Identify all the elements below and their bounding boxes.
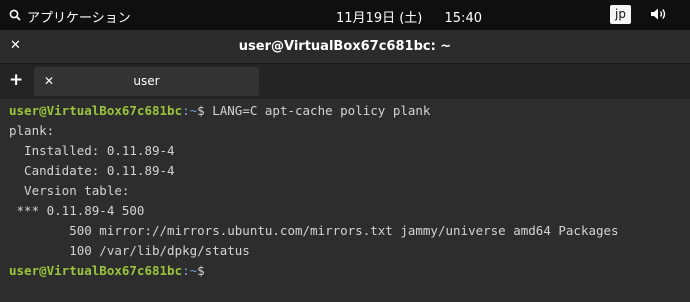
prompt-path: :~: [182, 103, 198, 118]
input-method-indicator[interactable]: jp: [610, 5, 631, 24]
date-label: 11月19日 (土): [336, 11, 423, 26]
tab-bar: + ✕ user: [0, 63, 690, 99]
output-line: 100 /var/lib/dpkg/status: [9, 243, 250, 258]
top-bar: アプリケーション 11月19日 (土) 15:40 jp: [0, 0, 690, 30]
command-text: LANG=C apt-cache policy plank: [204, 103, 431, 118]
applications-menu[interactable]: アプリケーション: [9, 7, 131, 26]
prompt-symbol: $: [197, 263, 205, 278]
output-line: *** 0.11.89-4 500: [9, 203, 145, 218]
search-icon: [9, 9, 21, 25]
output-line: Version table:: [9, 183, 130, 198]
prompt-path: :~: [182, 263, 198, 278]
clock[interactable]: 11月19日 (土) 15:40: [336, 7, 482, 26]
prompt-symbol: $: [197, 103, 205, 118]
tab-label: user: [133, 74, 160, 88]
prompt-user: user@VirtualBox67c681bc: [9, 263, 183, 278]
window-titlebar: ✕ user@VirtualBox67c681bc: ~: [0, 30, 690, 63]
window-title: user@VirtualBox67c681bc: ~: [238, 39, 452, 54]
tab-user[interactable]: ✕ user: [34, 67, 259, 96]
terminal-output[interactable]: user@VirtualBox67c681bc:~$ LANG=C apt-ca…: [9, 101, 689, 281]
prompt-user: user@VirtualBox67c681bc: [9, 103, 183, 118]
speaker-icon[interactable]: [650, 7, 668, 25]
output-line: plank:: [9, 123, 55, 138]
output-line: Candidate: 0.11.89-4: [9, 163, 175, 178]
applications-label: アプリケーション: [27, 11, 131, 26]
time-label: 15:40: [444, 11, 482, 26]
command-line: user@VirtualBox67c681bc:~$ LANG=C apt-ca…: [9, 101, 689, 121]
output-line: 500 mirror://mirrors.ubuntu.com/mirrors.…: [9, 223, 619, 238]
prompt-line: user@VirtualBox67c681bc:~$: [9, 261, 689, 281]
new-tab-button[interactable]: +: [9, 70, 23, 90]
output-line: Installed: 0.11.89-4: [9, 143, 175, 158]
